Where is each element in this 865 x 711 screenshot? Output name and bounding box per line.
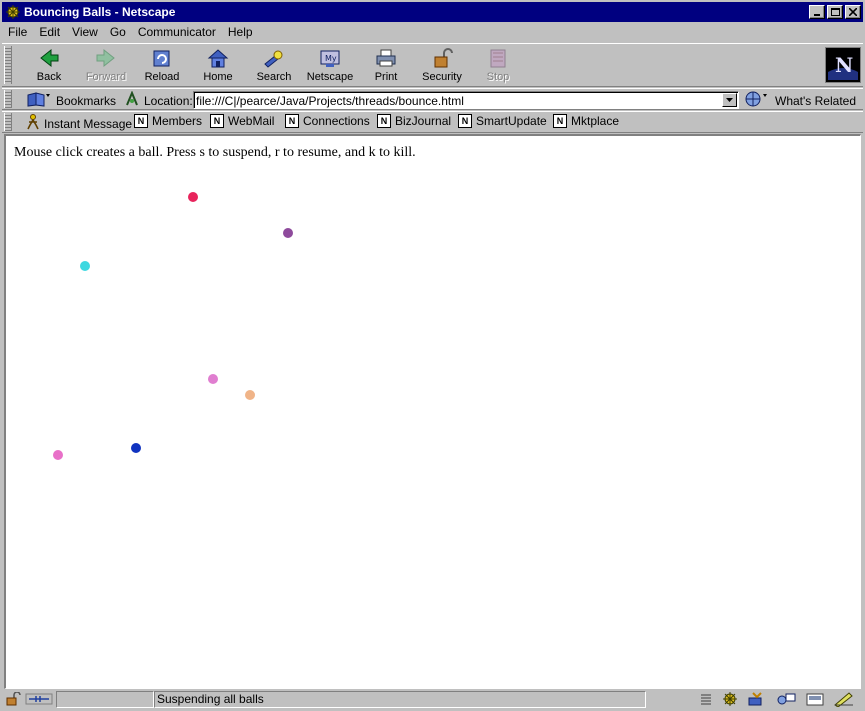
netscape-page-icon: N [377, 114, 391, 128]
ball [208, 374, 218, 384]
composer-icon[interactable] [805, 691, 825, 710]
instruction-text: Mouse click creates a ball. Press s to s… [14, 145, 416, 160]
netscape-page-icon: N [553, 114, 567, 128]
personal-toolbar: Instant Message N Members N WebMail N Co… [2, 111, 863, 133]
navigator-icon[interactable] [721, 691, 739, 710]
menu-help[interactable]: Help [228, 25, 253, 39]
close-button[interactable] [845, 5, 861, 19]
url-input[interactable] [196, 93, 716, 108]
netscape-page-icon: N [285, 114, 299, 128]
location-field[interactable] [193, 91, 739, 109]
my-netscape-icon: My [317, 46, 343, 70]
netscape-page-icon: N [458, 114, 472, 128]
title-bar: Bouncing Balls - Netscape [2, 2, 863, 22]
mktplace-link[interactable]: N Mktplace [553, 114, 619, 128]
ball [131, 443, 141, 453]
netscape-page-icon: N [134, 114, 148, 128]
ball [245, 390, 255, 400]
menu-go[interactable]: Go [110, 25, 126, 39]
forward-button[interactable]: Forward [78, 46, 134, 86]
back-button[interactable]: Back [21, 46, 77, 86]
bookmarks-button[interactable]: Bookmarks [26, 91, 116, 110]
minimize-button[interactable] [809, 5, 825, 19]
menu-bar: File Edit View Go Communicator Help [2, 22, 863, 42]
navigation-toolbar: Back Forward Reload Home Search My Netsc… [2, 43, 863, 87]
search-button[interactable]: Search [246, 46, 302, 86]
edit-pen-icon[interactable] [833, 691, 855, 710]
reload-button[interactable]: Reload [134, 46, 190, 86]
discussion-groups-icon[interactable] [775, 691, 797, 710]
my-netscape-button[interactable]: My Netscape [302, 46, 358, 86]
home-button[interactable]: Home [190, 46, 246, 86]
connections-link[interactable]: N Connections [285, 114, 370, 128]
window-title: Bouncing Balls - Netscape [24, 5, 176, 19]
svg-text:My: My [325, 54, 337, 63]
toolbar-grip[interactable] [4, 46, 12, 84]
bizjournal-link[interactable]: N BizJournal [377, 114, 451, 128]
progress-bar [56, 691, 154, 708]
ball [283, 228, 293, 238]
menu-view[interactable]: View [72, 25, 98, 39]
bookmarks-icon [26, 91, 52, 110]
menu-file[interactable]: File [8, 25, 27, 39]
reload-icon [149, 46, 175, 70]
maximize-button[interactable] [827, 5, 843, 19]
mailbox-icon[interactable] [747, 691, 767, 710]
ball [53, 450, 63, 460]
webmail-link[interactable]: N WebMail [210, 114, 274, 128]
location-page-icon[interactable] [124, 90, 140, 110]
netscape-logo[interactable]: N [825, 47, 861, 83]
menu-edit[interactable]: Edit [39, 25, 60, 39]
page-content[interactable]: Mouse click creates a ball. Press s to s… [4, 134, 861, 689]
netscape-page-icon: N [210, 114, 224, 128]
ball [80, 261, 90, 271]
forward-arrow-icon [93, 46, 119, 70]
personal-grip[interactable] [4, 113, 12, 131]
stop-icon [485, 46, 511, 70]
back-arrow-icon [36, 46, 62, 70]
svg-text:N: N [835, 53, 853, 77]
print-button[interactable]: Print [358, 46, 414, 86]
instant-message-link[interactable]: Instant Message [26, 114, 132, 133]
search-flashlight-icon [261, 46, 287, 70]
padlock-icon [429, 46, 455, 70]
home-icon [205, 46, 231, 70]
location-label: Location: [124, 90, 193, 110]
component-bar-icon[interactable] [699, 692, 713, 709]
globe-icon [743, 91, 769, 110]
ball [188, 192, 198, 202]
url-dropdown-button[interactable] [722, 93, 737, 107]
instant-message-icon [26, 114, 40, 133]
status-bar: Suspending all balls [2, 690, 863, 709]
smartupdate-link[interactable]: N SmartUpdate [458, 114, 547, 128]
printer-icon [373, 46, 399, 70]
location-toolbar: Bookmarks Location: What's Related [2, 88, 863, 110]
security-button[interactable]: Security [414, 46, 470, 86]
members-link[interactable]: N Members [134, 114, 202, 128]
netscape-app-icon[interactable] [5, 4, 21, 20]
status-text: Suspending all balls [157, 692, 264, 706]
connection-icon[interactable] [25, 693, 53, 708]
menu-communicator[interactable]: Communicator [138, 25, 216, 39]
security-lock-icon[interactable] [5, 691, 23, 709]
location-grip[interactable] [4, 90, 12, 108]
stop-button[interactable]: Stop [470, 46, 526, 86]
whats-related-button[interactable]: What's Related [743, 91, 856, 110]
